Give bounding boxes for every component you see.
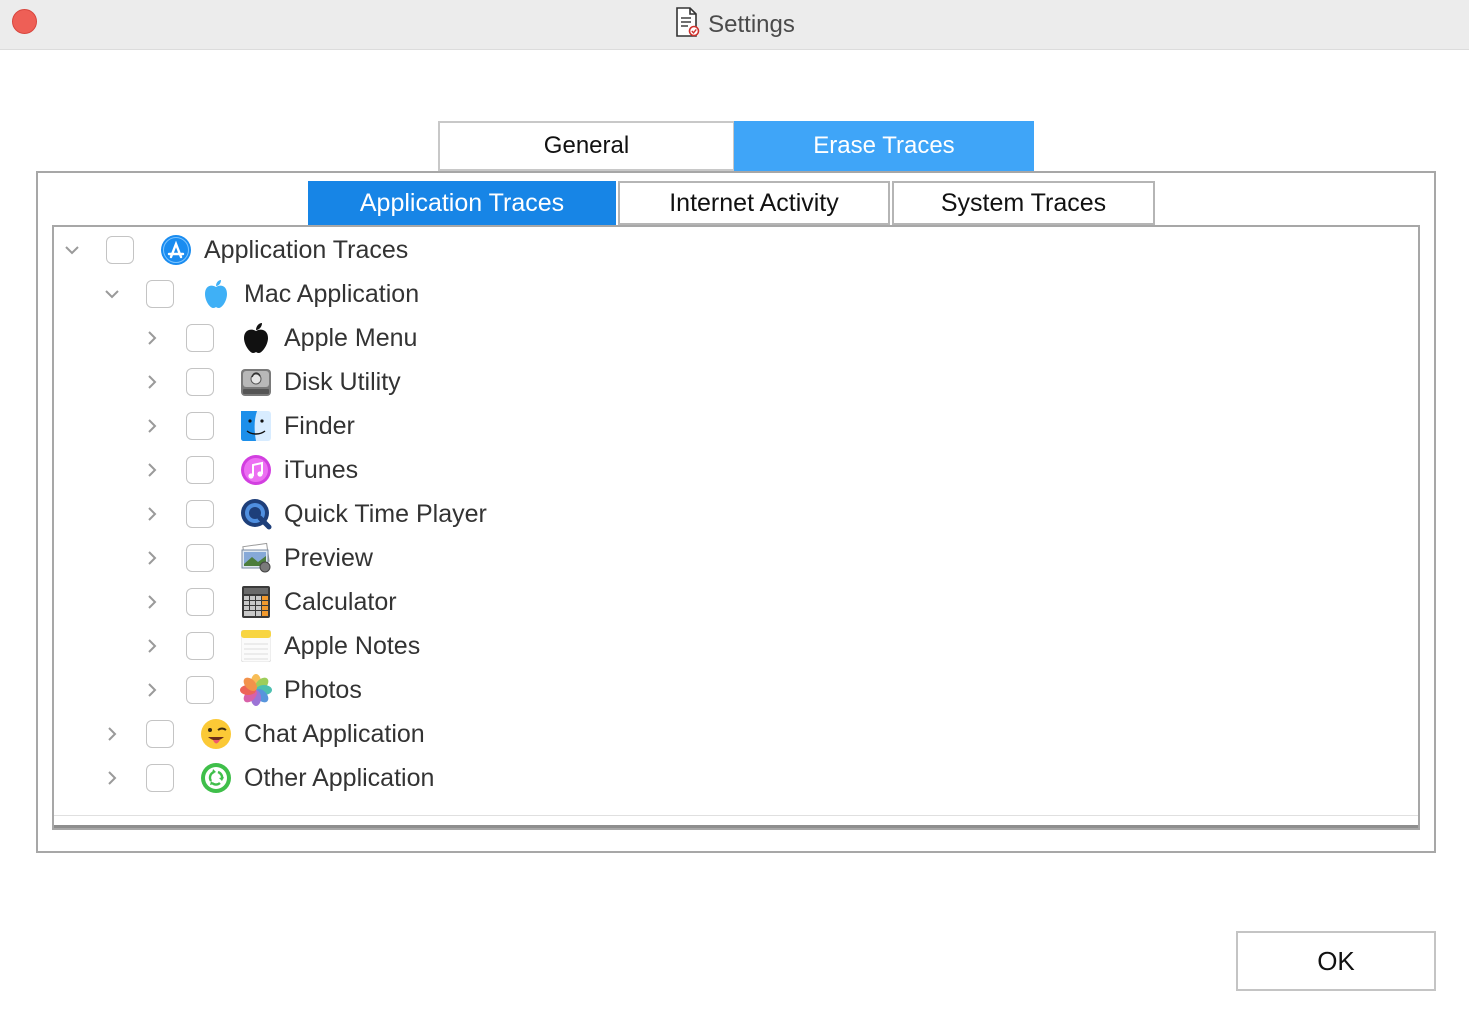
tree-row-chat-application[interactable]: Chat Application — [102, 712, 425, 756]
tree-label: Quick Time Player — [284, 499, 487, 528]
window-title-group: Settings — [0, 6, 1469, 38]
tree-label: Other Application — [244, 763, 435, 792]
checkbox[interactable] — [186, 368, 214, 396]
tree-row-other-application[interactable]: Other Application — [102, 756, 434, 800]
tree-row-disk-utility[interactable]: Disk Utility — [142, 360, 401, 404]
settings-document-icon — [676, 7, 700, 37]
checkbox[interactable] — [186, 676, 214, 704]
chevron-right-icon[interactable] — [142, 416, 162, 436]
tree-row-apple-notes[interactable]: Apple Notes — [142, 624, 420, 668]
tree-label: Photos — [284, 675, 362, 704]
tree-row-mac-application[interactable]: Mac Application — [102, 272, 419, 316]
chevron-right-icon[interactable] — [142, 636, 162, 656]
tab-erase-traces[interactable]: Erase Traces — [734, 121, 1034, 171]
photos-icon — [240, 674, 272, 706]
tree-label: Apple Notes — [284, 631, 421, 660]
tree-label: Disk Utility — [284, 367, 401, 396]
chevron-right-icon[interactable] — [102, 724, 122, 744]
tree-label: Apple Menu — [284, 323, 418, 352]
mac-apple-blue-icon — [200, 278, 232, 310]
chevron-right-icon[interactable] — [142, 372, 162, 392]
sub-tab-bar: Application Traces Internet Activity Sys… — [308, 181, 1157, 225]
checkbox[interactable] — [186, 588, 214, 616]
itunes-icon — [240, 454, 272, 486]
title-bar: Settings — [0, 0, 1469, 50]
checkbox[interactable] — [106, 236, 134, 264]
disk-utility-icon — [240, 366, 272, 398]
tree-label: Application Traces — [204, 235, 409, 264]
checkbox[interactable] — [186, 500, 214, 528]
chevron-right-icon[interactable] — [142, 680, 162, 700]
other-app-recycle-icon — [200, 762, 232, 794]
chevron-right-icon[interactable] — [102, 768, 122, 788]
tree-label: Mac Application — [244, 279, 420, 308]
subtab-application-traces[interactable]: Application Traces — [308, 181, 616, 225]
chevron-right-icon[interactable] — [142, 548, 162, 568]
tab-general[interactable]: General — [438, 121, 735, 171]
window-title: Settings — [708, 11, 795, 38]
tree-label: Preview — [284, 543, 373, 572]
subtab-system-traces[interactable]: System Traces — [892, 181, 1155, 225]
chevron-right-icon[interactable] — [142, 460, 162, 480]
ok-button[interactable]: OK — [1236, 931, 1436, 991]
chat-emoji-icon — [200, 718, 232, 750]
tree-row-itunes[interactable]: iTunes — [142, 448, 358, 492]
preview-icon — [240, 542, 272, 574]
tree-row-apple-menu[interactable]: Apple Menu — [142, 316, 417, 360]
tree-row-application-traces[interactable]: Application Traces — [62, 228, 408, 272]
tree-label: Chat Application — [244, 719, 425, 748]
quicktime-icon — [240, 498, 272, 530]
tree-label: iTunes — [284, 455, 359, 484]
tree-label: Calculator — [284, 587, 397, 616]
tree-label: Finder — [284, 411, 355, 440]
chevron-right-icon[interactable] — [142, 504, 162, 524]
checkbox[interactable] — [186, 412, 214, 440]
chevron-right-icon[interactable] — [142, 328, 162, 348]
app-store-icon — [160, 234, 192, 266]
apple-logo-icon — [240, 322, 272, 354]
subtab-internet-activity[interactable]: Internet Activity — [618, 181, 890, 225]
checkbox[interactable] — [186, 544, 214, 572]
checkbox[interactable] — [146, 720, 174, 748]
notes-icon — [240, 630, 272, 662]
tree-row-preview[interactable]: Preview — [142, 536, 373, 580]
calculator-icon — [240, 586, 272, 618]
chevron-down-icon[interactable] — [62, 240, 82, 260]
checkbox[interactable] — [146, 764, 174, 792]
main-tab-bar: General Erase Traces — [438, 121, 1034, 171]
settings-window: Settings General Erase Traces Applicatio… — [0, 0, 1469, 1027]
tree-row-calculator[interactable]: Calculator — [142, 580, 397, 624]
checkbox[interactable] — [146, 280, 174, 308]
tree-row-quick-time-player[interactable]: Quick Time Player — [142, 492, 487, 536]
chevron-right-icon[interactable] — [142, 592, 162, 612]
chevron-down-icon[interactable] — [102, 284, 122, 304]
checkbox[interactable] — [186, 324, 214, 352]
tree-row-photos[interactable]: Photos — [142, 668, 362, 712]
checkbox[interactable] — [186, 632, 214, 660]
tree-row-finder[interactable]: Finder — [142, 404, 355, 448]
application-traces-tree: Application Traces Mac Application Apple… — [52, 225, 1420, 830]
tree-divider — [54, 815, 1418, 816]
horizontal-scrollbar[interactable] — [54, 825, 1418, 828]
checkbox[interactable] — [186, 456, 214, 484]
finder-icon — [240, 410, 272, 442]
